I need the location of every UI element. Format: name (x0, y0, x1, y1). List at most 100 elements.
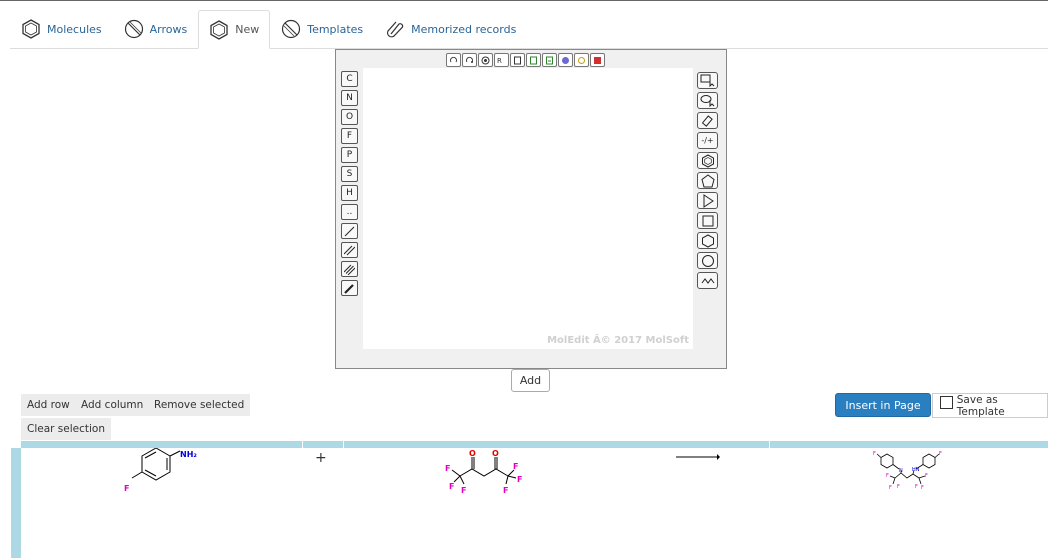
atom-toolbar: C N O F P S H .. (341, 71, 358, 296)
heptagon-icon (701, 254, 714, 267)
atom-h-button[interactable]: H (341, 185, 358, 201)
rect-select-icon (700, 74, 714, 87)
lasso-select-icon (700, 95, 714, 107)
drawing-canvas[interactable]: MolEdit Â© 2017 MolSoft (363, 68, 693, 349)
hexagon-icon (701, 233, 714, 248)
tab-memorized-records[interactable]: Memorized records (374, 10, 527, 48)
tab-label: Molecules (47, 22, 102, 36)
rgroup-icon[interactable]: R (494, 53, 509, 67)
templates-icon (282, 19, 301, 39)
atom-p-button[interactable]: P (341, 147, 358, 163)
chain-button[interactable] (697, 272, 718, 289)
periodic-table-button[interactable]: .. (341, 204, 358, 220)
document-icon[interactable] (510, 53, 525, 67)
fluorine-label: F (886, 473, 889, 479)
center-icon[interactable] (478, 53, 493, 67)
save-as-template-label: Save as Template (956, 393, 1005, 418)
benzene-ring-button[interactable] (697, 152, 718, 169)
double-bond-button[interactable] (341, 242, 358, 258)
tab-arrows[interactable]: Arrows (113, 10, 199, 48)
fluorine-label: F (873, 451, 876, 457)
row-handle[interactable] (11, 448, 21, 558)
molecule-editor: R C N O F P S H .. MolEdit Â© 2017 MolSo… (335, 49, 727, 369)
svg-text:R: R (497, 57, 502, 65)
cycloheptane-button[interactable] (697, 252, 718, 269)
tab-label: Arrows (149, 22, 188, 36)
tab-new[interactable]: New (198, 10, 271, 49)
fluorine-label: F (503, 486, 508, 495)
pentagon-icon (700, 173, 715, 187)
save-file-icon[interactable] (542, 53, 557, 67)
fluorine-label: F (517, 475, 522, 484)
settings-icon[interactable] (558, 53, 573, 67)
single-bond-button[interactable] (341, 223, 358, 239)
remove-selected-button[interactable]: Remove selected (148, 394, 251, 416)
add-molecule-button[interactable]: Add (511, 369, 550, 392)
triangle-icon (703, 193, 714, 208)
save-as-template-option: Save as Template (932, 393, 1048, 418)
triple-bond-button[interactable] (341, 261, 358, 277)
arrow-right-icon (676, 454, 720, 460)
fluorine-label: F (897, 484, 900, 490)
add-column-button[interactable]: Add column (75, 394, 150, 416)
tab-templates[interactable]: Templates (270, 10, 374, 48)
atom-f-button[interactable]: F (341, 128, 358, 144)
benzene-icon (22, 19, 40, 39)
cyclopentane-button[interactable] (697, 172, 718, 189)
add-row-button[interactable]: Add row (21, 394, 76, 416)
tab-molecules[interactable]: Molecules (10, 10, 113, 48)
fluorine-label: F (939, 451, 942, 457)
cyclopropane-button[interactable] (697, 192, 718, 209)
eraser-button[interactable] (697, 112, 718, 129)
tab-bar: Molecules Arrows New Templates Memorized… (10, 10, 527, 49)
molecule-hexafluoroacetylacetone: O O F F F F F F (445, 449, 522, 495)
atom-o-button[interactable]: O (341, 109, 358, 125)
redo-icon[interactable] (462, 53, 477, 67)
eraser-icon (701, 114, 713, 127)
save-as-template-checkbox[interactable] (940, 396, 953, 409)
undo-icon[interactable] (446, 53, 461, 67)
paperclip-icon (387, 21, 404, 38)
delete-all-icon[interactable] (590, 53, 605, 67)
lasso-button[interactable] (697, 92, 718, 109)
column-divider (769, 441, 770, 453)
pen-button[interactable] (341, 280, 358, 296)
molecule-product: F F N HN F F F F F F (873, 451, 942, 491)
atom-c-button[interactable]: C (341, 71, 358, 87)
triple-bond-icon (344, 264, 355, 275)
cyclohexane-button[interactable] (697, 232, 718, 249)
oxygen-label: O (469, 449, 476, 458)
reaction-arrow[interactable] (675, 451, 720, 463)
select-button[interactable] (697, 72, 718, 89)
pen-icon (344, 283, 354, 294)
square-icon (702, 215, 713, 226)
fluorine-label: F (925, 473, 928, 479)
clean-icon[interactable] (574, 53, 589, 67)
charge-button[interactable]: -/+ (697, 132, 718, 149)
double-bond-icon (344, 245, 355, 255)
nitrogen-label: N (899, 468, 903, 474)
atom-s-button[interactable]: S (341, 166, 358, 182)
insert-in-page-button[interactable]: Insert in Page (835, 393, 931, 417)
fluorine-label: F (915, 484, 918, 490)
fluorine-label: F (921, 485, 924, 491)
table-cell-reactant-1[interactable]: NH₂ F (110, 447, 220, 508)
table-cell-reactant-2[interactable]: O O F F F F F F (440, 448, 530, 508)
amine-label: NH₂ (180, 450, 197, 459)
column-divider (302, 441, 303, 453)
editor-top-toolbar: R (446, 53, 605, 67)
fluorine-label: F (445, 464, 450, 473)
chain-icon (701, 277, 714, 284)
tab-label: Templates (307, 22, 364, 36)
open-file-icon[interactable] (526, 53, 541, 67)
fluorine-label: F (124, 484, 129, 493)
atom-n-button[interactable]: N (341, 90, 358, 106)
tab-label: New (235, 23, 260, 36)
cyclobutane-button[interactable] (697, 212, 718, 229)
table-cell-product[interactable]: F F N HN F F F F F F (865, 448, 955, 508)
editor-watermark: MolEdit Â© 2017 MolSoft (547, 335, 689, 346)
molecule-4-fluoroaniline: NH₂ F (124, 447, 197, 493)
arrows-icon (124, 19, 143, 39)
fluorine-label: F (889, 485, 892, 491)
clear-selection-button[interactable]: Clear selection (21, 418, 111, 440)
